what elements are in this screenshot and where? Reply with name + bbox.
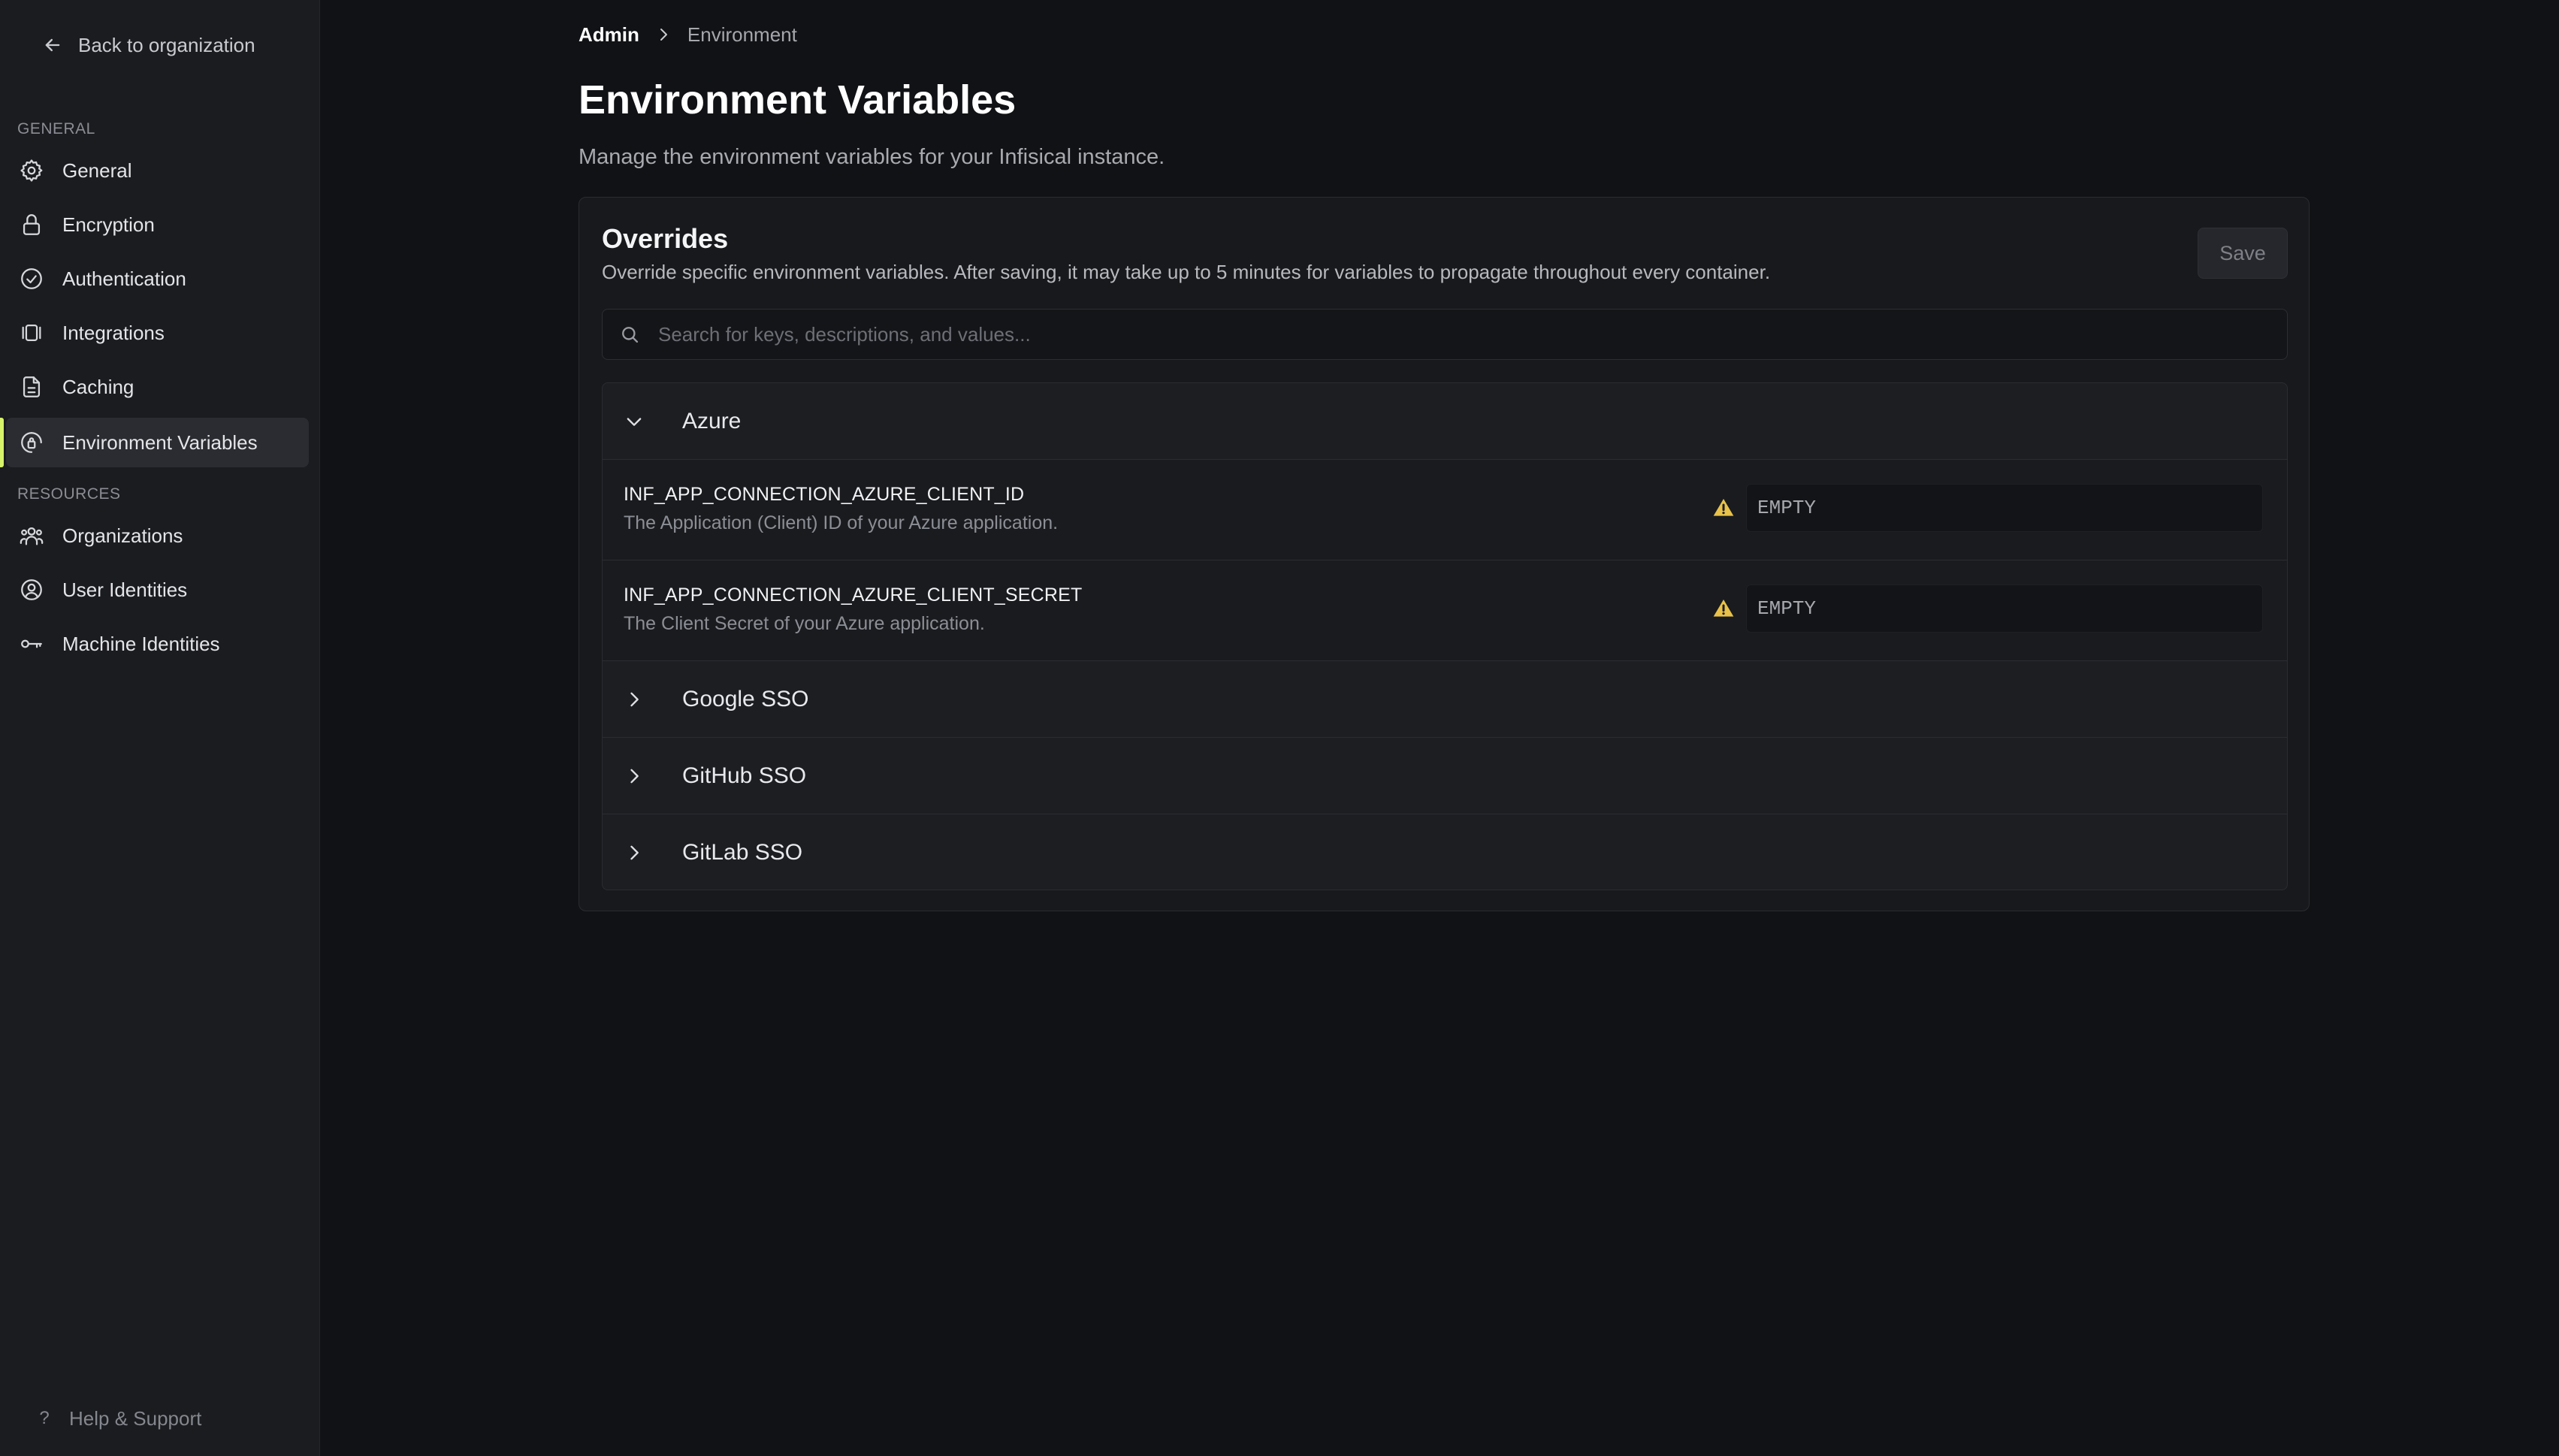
sidebar-item-user-identities[interactable]: User Identities [6,565,309,615]
arrow-left-icon [45,38,60,52]
sidebar-item-integrations[interactable]: Integrations [6,308,309,358]
breadcrumb-current: Environment [687,23,797,46]
sidebar-item-label: Organizations [62,524,183,547]
lock-icon [23,214,41,235]
integrations-icon [22,324,41,342]
variable-value-input[interactable] [1746,484,2263,532]
users-icon [20,527,44,545]
search-box [602,309,2288,360]
sidebar-item-label: Environment Variables [62,430,258,454]
variable-groups: Azure INF_APP_CONNECTION_AZURE_CLIENT_ID… [602,382,2288,890]
group-header-azure[interactable]: Azure [603,383,2287,460]
sidebar-item-label: General [62,159,132,182]
back-label: Back to organization [78,33,255,56]
section-label-general: GENERAL [17,120,95,137]
sidebar-item-label: User Identities [62,578,188,601]
chevron-right-icon [630,692,639,706]
sidebar-item-encryption[interactable]: Encryption [6,200,309,249]
help-label: Help & Support [69,1406,202,1430]
back-to-organization-link[interactable]: Back to organization [42,29,255,62]
group-header-gitlab-sso[interactable]: GitLab SSO [603,814,2287,890]
breadcrumb-admin[interactable]: Admin [579,23,639,47]
question-icon: ? [39,1408,50,1428]
chevron-right-icon [630,769,639,783]
group-name: Google SSO [682,686,809,711]
key-icon [21,639,42,648]
overrides-title: Overrides [602,223,729,254]
page-subtitle: Manage the environment variables for you… [579,145,1165,169]
sidebar-item-label: Machine Identities [62,632,220,655]
overrides-description: Override specific environment variables.… [602,261,1771,283]
save-button[interactable]: Save [2198,228,2288,279]
sidebar-item-label: Caching [62,375,134,398]
variable-value-input[interactable] [1746,585,2263,633]
section-label-resources: RESOURCES [17,485,121,503]
check-circle-icon [21,268,42,289]
user-circle-icon [21,579,42,600]
sidebar-item-general[interactable]: General [6,146,309,195]
page-title: Environment Variables [579,77,1017,122]
variable-key: INF_APP_CONNECTION_AZURE_CLIENT_SECRET [624,585,1083,606]
sidebar-item-label: Integrations [62,321,165,344]
document-icon [23,376,41,397]
group-name: GitHub SSO [682,763,807,788]
lock-circle-icon [21,432,42,453]
variable-description: The Client Secret of your Azure applicat… [624,613,985,634]
group-header-google-sso[interactable]: Google SSO [603,661,2287,738]
sidebar: Back to organization GENERAL General Enc… [0,0,320,1456]
group-name: Azure [682,408,742,433]
group-header-github-sso[interactable]: GitHub SSO [603,738,2287,814]
variable-row: INF_APP_CONNECTION_AZURE_CLIENT_SECRET T… [603,560,2287,661]
breadcrumb: Admin Environment [579,21,797,48]
gear-icon [20,159,43,182]
search-icon [622,327,639,343]
warning-icon [1713,499,1734,516]
sidebar-item-label: Encryption [62,213,155,236]
sidebar-item-environment-variables[interactable]: Environment Variables [6,418,309,467]
help-support-link[interactable]: ? Help & Support [36,1402,201,1435]
variable-description: The Application (Client) ID of your Azur… [624,512,1059,533]
variable-key: INF_APP_CONNECTION_AZURE_CLIENT_ID [624,484,1025,505]
variable-row: INF_APP_CONNECTION_AZURE_CLIENT_ID The A… [603,460,2287,560]
sidebar-item-caching[interactable]: Caching [6,362,309,412]
warning-icon [1713,600,1734,617]
overrides-card: Overrides Override specific environment … [579,197,2310,911]
group-name: GitLab SSO [682,840,803,865]
sidebar-item-authentication[interactable]: Authentication [6,254,309,304]
search-input[interactable] [658,310,2287,359]
sidebar-item-machine-identities[interactable]: Machine Identities [6,619,309,669]
chevron-down-icon [627,417,642,426]
chevron-right-icon [660,29,667,41]
sidebar-item-organizations[interactable]: Organizations [6,511,309,560]
app-root: Back to organization GENERAL General Enc… [0,0,2559,1456]
sidebar-item-label: Authentication [62,267,186,290]
chevron-right-icon [630,845,639,860]
active-indicator [0,418,4,467]
